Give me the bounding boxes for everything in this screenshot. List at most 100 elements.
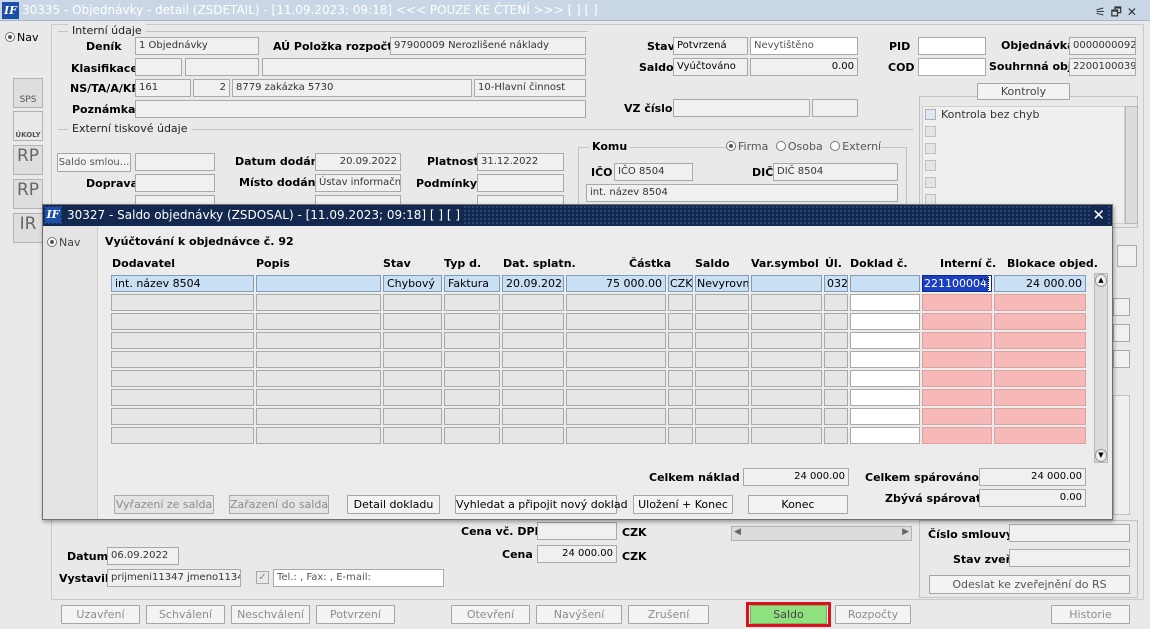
table-cell[interactable] — [256, 313, 381, 330]
cell-splatnost[interactable]: 20.09.2022 — [502, 275, 564, 292]
table-cell[interactable] — [850, 332, 920, 349]
table-cell[interactable] — [994, 408, 1086, 425]
externi-radio-icon[interactable] — [830, 141, 841, 151]
vyrazeni-button[interactable]: Vyřazení ze salda — [114, 495, 214, 514]
ns-field-1[interactable]: 161 — [135, 79, 191, 97]
table-cell[interactable] — [695, 294, 749, 311]
table-cell[interactable] — [566, 408, 666, 425]
rozpocty-button[interactable]: Rozpočty — [835, 605, 911, 624]
saldo-field[interactable]: Vyúčtováno — [673, 58, 748, 76]
table-cell[interactable] — [502, 408, 564, 425]
table-cell[interactable] — [695, 332, 749, 349]
table-cell[interactable] — [502, 389, 564, 406]
zarazeni-button[interactable]: Zařazení do salda — [229, 495, 329, 514]
table-cell[interactable] — [850, 351, 920, 368]
table-cell[interactable] — [111, 408, 254, 425]
table-cell[interactable] — [566, 389, 666, 406]
table-cell[interactable] — [922, 313, 992, 330]
schvaleni-button[interactable]: Schválení — [146, 605, 225, 624]
historie-button[interactable]: Historie — [1051, 605, 1130, 624]
denik-field[interactable]: 1 Objednávky — [135, 37, 259, 55]
cell-blokace[interactable]: 24 000.00 — [994, 275, 1086, 292]
table-cell[interactable] — [444, 427, 500, 444]
table-cell[interactable] — [566, 313, 666, 330]
nav-toggle[interactable]: Nav — [5, 31, 38, 44]
table-cell[interactable] — [444, 351, 500, 368]
table-cell[interactable] — [383, 313, 442, 330]
table-cell[interactable] — [444, 389, 500, 406]
table-cell[interactable] — [566, 427, 666, 444]
partial-right-button[interactable] — [1117, 245, 1137, 267]
table-cell[interactable] — [922, 332, 992, 349]
cell-popis[interactable] — [256, 275, 381, 292]
table-cell[interactable] — [994, 389, 1086, 406]
ellipsis-icon[interactable]: ··· — [980, 276, 990, 286]
table-cell[interactable] — [111, 370, 254, 387]
cell-ul[interactable]: 032 — [824, 275, 848, 292]
table-cell[interactable] — [994, 351, 1086, 368]
table-cell[interactable] — [444, 332, 500, 349]
table-cell[interactable] — [824, 370, 848, 387]
table-scrollbar[interactable]: ▲ ▼ — [1094, 273, 1108, 463]
table-cell[interactable] — [502, 351, 564, 368]
table-cell[interactable] — [994, 427, 1086, 444]
table-cell[interactable] — [850, 427, 920, 444]
table-cell[interactable] — [850, 313, 920, 330]
table-cell[interactable] — [502, 294, 564, 311]
table-cell[interactable] — [256, 351, 381, 368]
table-cell[interactable] — [668, 370, 693, 387]
osoba-radio-icon[interactable] — [775, 141, 786, 151]
table-cell[interactable] — [751, 370, 822, 387]
table-cell[interactable] — [695, 370, 749, 387]
table-cell[interactable] — [751, 427, 822, 444]
saldo-smlouvy-field[interactable] — [135, 153, 215, 171]
table-cell[interactable] — [444, 313, 500, 330]
table-cell[interactable] — [383, 294, 442, 311]
table-cell[interactable] — [256, 389, 381, 406]
dic-field[interactable]: DIČ 8504 — [773, 163, 898, 181]
table-cell[interactable] — [695, 408, 749, 425]
table-cell[interactable] — [502, 370, 564, 387]
table-cell[interactable] — [383, 370, 442, 387]
table-cell[interactable] — [111, 389, 254, 406]
celkem-naklad-field[interactable]: 24 000.00 — [743, 468, 849, 486]
komu-type-radios[interactable]: Firma Osoba Externí — [726, 140, 882, 153]
table-cell[interactable] — [256, 294, 381, 311]
otevreni-button[interactable]: Otevření — [451, 605, 530, 624]
table-cell[interactable] — [922, 294, 992, 311]
table-cell[interactable] — [668, 389, 693, 406]
cell-mena[interactable]: CZK — [668, 275, 693, 292]
table-cell[interactable] — [502, 427, 564, 444]
table-cell[interactable] — [111, 427, 254, 444]
navyseni-button[interactable]: Navýšení — [536, 605, 622, 624]
poznamka-field[interactable] — [135, 100, 586, 118]
table-cell[interactable] — [383, 427, 442, 444]
table-cell[interactable] — [111, 313, 254, 330]
table-cell[interactable] — [824, 294, 848, 311]
table-cell[interactable] — [751, 313, 822, 330]
saldo-button[interactable]: Saldo — [750, 605, 827, 624]
objednavka-field[interactable]: 0000000092 — [1069, 37, 1136, 55]
neschvaleni-button[interactable]: Neschválení — [231, 605, 310, 624]
table-cell[interactable] — [824, 427, 848, 444]
table-cell[interactable] — [383, 389, 442, 406]
table-cell[interactable] — [695, 351, 749, 368]
table-cell[interactable] — [850, 294, 920, 311]
datum-dodani-field[interactable]: 20.09.2022 — [315, 153, 401, 171]
table-cell[interactable] — [444, 408, 500, 425]
cell-saldo[interactable]: Nevyrovná — [695, 275, 749, 292]
ns-field-3[interactable]: 8779 zakázka 5730 — [232, 79, 472, 97]
table-cell[interactable] — [444, 370, 500, 387]
horizontal-scrollbar[interactable]: ◀ ▶ — [731, 526, 912, 541]
cell-typ[interactable]: Faktura — [444, 275, 500, 292]
tasks-icon[interactable]: ÚKOLY — [13, 111, 43, 141]
table-cell[interactable] — [994, 370, 1086, 387]
table-cell[interactable] — [256, 408, 381, 425]
table-cell[interactable] — [850, 408, 920, 425]
table-cell[interactable] — [668, 294, 693, 311]
table-cell[interactable] — [922, 351, 992, 368]
table-cell[interactable] — [824, 389, 848, 406]
klasifikace-field-3[interactable] — [262, 58, 586, 76]
table-cell[interactable] — [824, 408, 848, 425]
ir-icon[interactable]: IR — [13, 213, 43, 243]
